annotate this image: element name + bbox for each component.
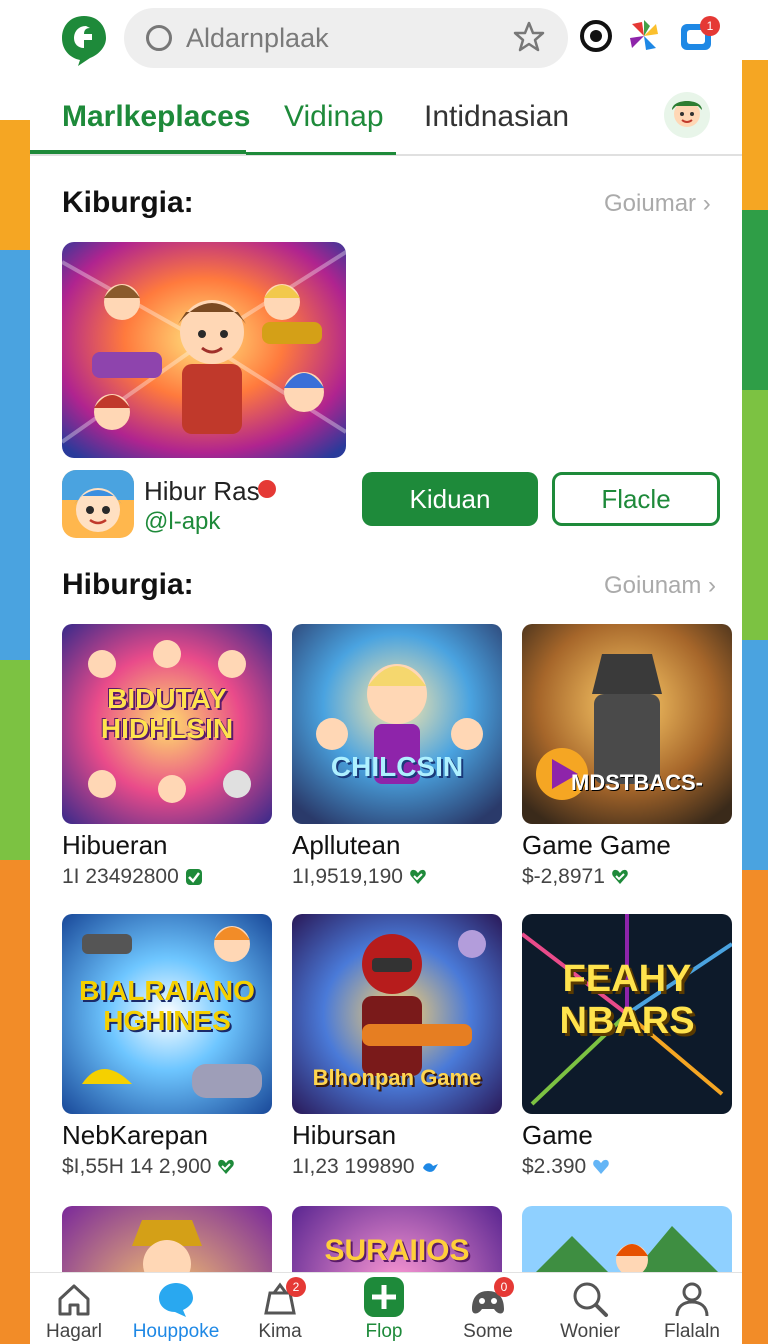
game-name: Hibueran [62,830,168,860]
game-title-art: BIDUTAY HIDHLSIN [100,683,234,744]
nav-item-wonier[interactable]: Wonier [542,1279,638,1343]
heart-icon [593,1159,610,1174]
top-bar: 1 [30,0,742,80]
nav-label: Some [463,1321,513,1342]
nav-label: Flalaln [664,1321,720,1342]
bottom-navigation: Hagarl Houppoke 2 Kima Flop 0 Some Wonie… [30,1272,742,1344]
notification-badge: 1 [700,16,720,36]
verified-dot-icon [258,480,276,498]
game-card[interactable]: MDSTBACS- Game Game $-2,8971 [522,624,734,889]
game-price: 1I 23492800 [62,865,179,888]
nav-item-kima[interactable]: 2 Kima [232,1277,328,1343]
game-meta: 1I,9519,190 [292,865,504,889]
game-price: 1I,9519,190 [292,865,403,888]
tab-marketplaces[interactable]: Marlkeplaces [62,100,250,134]
secondary-action-button[interactable]: Flacle [552,472,720,526]
nav-label: Flop [365,1321,403,1342]
game-card[interactable]: BIDUTAY HIDHLSIN Hibueran 1I 23492800 [62,624,274,889]
game-meta: $-2,8971 [522,865,734,889]
nav-label: Wonier [560,1321,620,1342]
game-thumbnail[interactable]: MDSTBACS- [522,624,732,824]
nav-item-hagarl[interactable]: Hagarl [30,1279,122,1343]
game-title-art: BIALRAIANO HGHINES [79,975,255,1036]
grid-see-more-link[interactable]: Goiunam › [604,572,716,600]
user-avatar[interactable] [662,90,712,140]
featured-app-icon[interactable] [62,470,134,538]
game-thumbnail[interactable]: CHILCSIN [292,624,502,824]
search-icon [146,25,172,51]
verified-heart-icon [612,869,628,884]
game-title-art: CHILCSIN [330,751,464,782]
chat-icon [159,1283,193,1317]
game-card[interactable]: Blhonpan Game Hibursan 1I,23 199890 [292,914,504,1179]
featured-see-more-link[interactable]: Goiumar › [604,190,711,218]
game-meta: 1I,23 199890 [292,1155,504,1179]
featured-app-handle: @l-apk [144,508,221,535]
verified-icon [185,869,202,885]
star-icon[interactable] [512,20,546,54]
nav-label: Hagarl [46,1321,102,1342]
game-thumbnail[interactable]: FEAHY NBARS [522,914,732,1114]
app-logo-icon[interactable] [60,14,108,66]
pinwheel-icon[interactable] [626,18,662,54]
profile-icon [675,1282,709,1317]
nav-label: Houppoke [132,1321,220,1342]
game-thumbnail[interactable]: BIDUTAY HIDHLSIN [62,624,272,824]
home-icon [58,1284,90,1316]
nav-label: Kima [258,1321,302,1342]
notification-badge: 2 [286,1277,306,1297]
tab-bar: Marlkeplaces Vidinap Intidnasian [30,84,742,156]
search-icon [573,1282,608,1317]
search-bar[interactable] [124,8,568,68]
game-card[interactable]: BIALRAIANO HGHINES NebKarepan $I,55H 14 … [62,914,274,1179]
featured-banner-image[interactable] [62,242,346,458]
game-title-art: SURAIIOS [324,1234,470,1267]
game-card[interactable]: FEAHY NBARS Game $2.390 [522,914,734,1179]
nav-item-flop[interactable]: Flop [336,1277,432,1343]
game-thumbnail[interactable]: Blhonpan Game [292,914,502,1114]
plus-icon [364,1277,404,1317]
game-meta: $I,55H 14 2,900 [62,1155,274,1179]
search-input[interactable] [186,18,506,58]
grid-section-title: Hiburgia: [62,568,194,601]
tab-intidnasian[interactable]: Intidnasian [424,100,569,134]
verified-heart-icon [218,1159,235,1174]
game-title-art: FEAHY NBARS [559,958,695,1042]
bird-icon [422,1163,438,1172]
primary-action-button[interactable]: Kiduan [362,472,538,526]
verified-heart-icon [410,869,426,884]
featured-section-title: Kiburgia: [62,186,194,219]
nav-item-houppoke[interactable]: Houppoke [128,1279,224,1343]
game-title-art: Blhonpan Game [312,1065,482,1090]
game-price: $-2,8971 [522,865,605,888]
game-title-art: MDSTBACS- [571,770,703,795]
game-name: Game [522,1120,593,1150]
game-meta: $2.390 [522,1155,734,1179]
game-name: Hibursan [292,1120,397,1150]
game-thumbnail[interactable]: BIALRAIANO HGHINES [62,914,272,1114]
record-icon[interactable] [578,18,614,54]
game-name: NebKarepan [62,1120,208,1150]
nav-item-flalaln[interactable]: Flalaln [644,1279,740,1343]
nav-item-some[interactable]: 0 Some [440,1277,536,1343]
featured-app-name: Hibur Ras [144,476,260,506]
game-price: $I,55H 14 2,900 [62,1155,212,1178]
game-name: Apllutean [292,830,401,860]
game-card[interactable]: CHILCSIN Apllutean 1I,9519,190 [292,624,504,889]
tab-vidinap[interactable]: Vidinap [284,100,384,134]
game-name: Game Game [522,830,671,860]
active-tab-indicator [30,150,246,154]
game-meta: 1I 23492800 [62,865,274,889]
game-price: 1I,23 199890 [292,1155,415,1178]
game-price: $2.390 [522,1155,587,1178]
tab-indicator-secondary [246,152,396,155]
notification-badge: 0 [494,1277,514,1297]
app-window: 1 Marlkeplaces Vidinap Intidnasian Kibur… [30,0,742,1344]
